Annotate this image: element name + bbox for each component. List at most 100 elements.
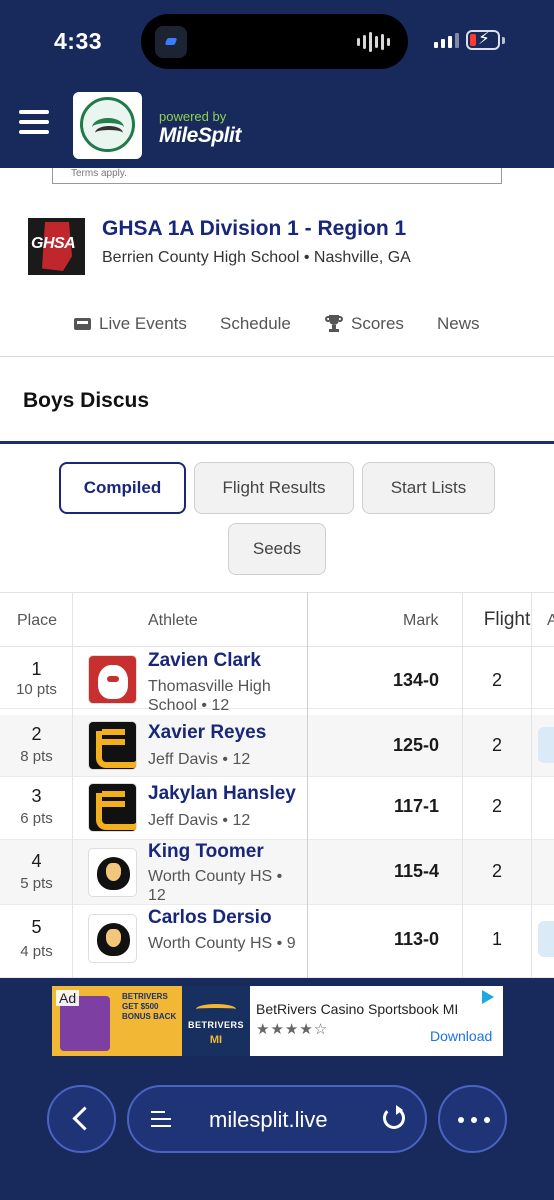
ghsa-logo-text: GHSA (31, 235, 76, 252)
scoreboard-icon (74, 318, 91, 330)
tab-news[interactable]: News (437, 314, 480, 334)
table-row[interactable]: 4 5 pts King Toomer Worth County HS • 12… (0, 840, 554, 905)
mark-value: 117-1 (393, 796, 439, 816)
mark-value: 115-4 (393, 861, 439, 881)
more-button[interactable] (438, 1085, 507, 1153)
ad-brand-text: BETRIVERS (187, 1020, 244, 1030)
seeds-button[interactable]: Seeds (228, 523, 326, 575)
jd-logo (88, 721, 137, 770)
tab-label: Scores (351, 314, 404, 333)
meet-title[interactable]: GHSA 1A Division 1 - Region 1 (102, 217, 406, 241)
flight-value: 2 (491, 861, 502, 881)
ghsa-logo: GHSA (28, 218, 85, 275)
athlete-school: Worth County HS • 9 (148, 935, 296, 952)
more-icon (458, 1117, 490, 1123)
club-logo[interactable] (73, 92, 142, 159)
mark-value: 125-0 (392, 735, 439, 755)
column-divider (72, 592, 73, 978)
table-row[interactable]: 1 10 pts Zavien Clark Thomasville High S… (0, 647, 554, 714)
points-value: 10 pts (16, 681, 57, 698)
points-value: 5 pts (20, 875, 53, 892)
table-row[interactable]: 2 8 pts Xavier Reyes Jeff Davis • 12 125… (0, 715, 554, 777)
cellular-signal-icon (434, 33, 459, 48)
table-row[interactable]: 5 4 pts Carlos Dersio Worth County HS • … (0, 905, 554, 978)
dynamic-island (141, 14, 408, 69)
start-lists-button[interactable]: Start Lists (362, 462, 495, 514)
meet-location: Berrien County High School • Nashville, … (102, 249, 411, 266)
tab-scores[interactable]: Scores (325, 314, 404, 334)
action-pill[interactable] (538, 921, 554, 957)
audio-wave-icon (357, 32, 390, 52)
athlete-school: Jeff Davis • 12 (148, 751, 251, 768)
flight-value: 2 (491, 735, 502, 755)
mark-value: 134-0 (392, 670, 439, 690)
betrivers-logo: BETRIVERS MI (182, 986, 250, 1056)
battery-nub (502, 37, 505, 44)
status-time: 4:33 (54, 28, 103, 54)
bulldog-logo (88, 655, 137, 704)
rating-stars: ★★★★☆ (256, 1021, 329, 1038)
athlete-name[interactable]: Xavier Reyes (148, 722, 266, 744)
action-pill[interactable] (538, 727, 554, 763)
menu-icon[interactable] (19, 110, 49, 134)
place-value: 2 (31, 724, 42, 744)
tab-live-events[interactable]: Live Events (74, 314, 187, 334)
meet-nav: Live Events Schedule Scores News (0, 314, 554, 338)
ad-image[interactable]: BETRIVERS GET $500 BONUS BACK BETRIVERS … (52, 986, 250, 1056)
place-value: 1 (31, 659, 42, 679)
place-value: 3 (31, 786, 42, 806)
col-extra: A (547, 612, 554, 629)
athlete-school: Jeff Davis • 12 (148, 812, 251, 829)
place-value: 5 (31, 917, 42, 937)
jd-logo (88, 783, 137, 832)
top-ad-remnant: Terms apply. (52, 168, 502, 184)
points-value: 4 pts (20, 943, 53, 960)
ad-terms-text: Terms apply. (71, 168, 127, 179)
event-title: Boys Discus (23, 389, 150, 412)
ad-title[interactable]: BetRivers Casino Sportsbook MI (256, 1001, 458, 1017)
milesplit-brand[interactable]: MileSplit (159, 124, 241, 148)
athlete-name[interactable]: Carlos Dersio (148, 907, 272, 929)
app-header: 4:33 ⚡ powered by MileSplit (0, 0, 554, 168)
points-value: 8 pts (20, 748, 53, 765)
flight-value: 2 (491, 796, 502, 816)
table-header: Place Athlete Mark Flight A (0, 592, 554, 647)
column-divider (307, 592, 308, 978)
col-mark: Mark (403, 612, 439, 629)
accent-divider (0, 441, 554, 444)
column-divider (531, 592, 532, 978)
table-row[interactable]: 3 6 pts Jakylan Hansley Jeff Davis • 12 … (0, 777, 554, 840)
ad-image-text: BETRIVERS GET $500 BONUS BACK (122, 992, 177, 1021)
athlete-name[interactable]: Jakylan Hansley (148, 783, 296, 805)
ad-download-link[interactable]: Download (430, 1028, 492, 1044)
athlete-name[interactable]: King Toomer (148, 841, 264, 863)
compiled-button[interactable]: Compiled (59, 462, 186, 514)
ram-logo (88, 848, 137, 897)
ram-logo (88, 914, 137, 963)
divider (0, 356, 554, 357)
tab-label: Schedule (220, 314, 291, 333)
ad-choices-icon[interactable] (480, 990, 496, 1004)
ad-banner[interactable]: BETRIVERS GET $500 BONUS BACK BETRIVERS … (52, 986, 503, 1056)
page-menu-icon[interactable] (151, 1109, 171, 1131)
athlete-name[interactable]: Zavien Clark (148, 650, 261, 672)
points-value: 6 pts (20, 810, 53, 827)
url-text[interactable]: milesplit.live (209, 1107, 328, 1133)
trophy-icon (325, 315, 343, 333)
chevron-left-icon (72, 1106, 97, 1131)
app-icon (155, 26, 187, 58)
mark-value: 113-0 (393, 929, 439, 949)
tab-schedule[interactable]: Schedule (220, 314, 291, 334)
place-value: 4 (31, 851, 42, 871)
col-place: Place (17, 612, 58, 629)
battery-icon: ⚡ (466, 29, 500, 50)
address-bar[interactable]: milesplit.live (127, 1085, 427, 1153)
flight-value: 2 (491, 670, 502, 690)
reload-icon[interactable] (383, 1105, 405, 1129)
powered-by-label: powered by (159, 109, 227, 124)
ad-brand-region: MI (209, 1034, 223, 1046)
flight-results-button[interactable]: Flight Results (194, 462, 354, 514)
athlete-school: Thomasville High School • 12 (148, 678, 271, 714)
tab-label: Live Events (99, 314, 187, 333)
back-button[interactable] (47, 1085, 116, 1153)
